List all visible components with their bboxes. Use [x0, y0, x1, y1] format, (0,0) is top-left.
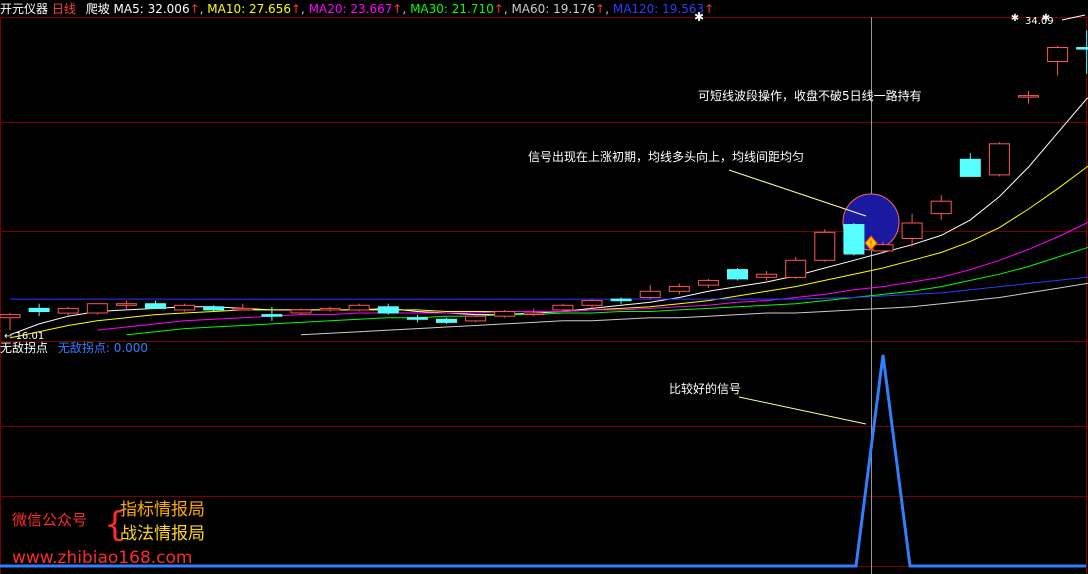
header-legend: 开元仪器 日线 爬坡 MA5: 32.006↑, MA10: 27.656↑, … [0, 2, 714, 16]
ma-legend-ma20: MA20: 23.667 [309, 2, 393, 16]
annotation-hold: 可短线波段操作，收盘不破5日线一路持有 [698, 88, 922, 103]
watermark-url: www.zhibiao168.com [12, 548, 192, 568]
ma-separator: , [504, 2, 512, 16]
ma-separator: , [402, 2, 410, 16]
ma-legend-ma60: MA60: 19.176 [511, 2, 595, 16]
candle-body [290, 309, 312, 314]
candle-body [581, 300, 603, 306]
candle-body [436, 318, 457, 323]
candle-body [494, 311, 516, 317]
indicator-name: 爬坡 [86, 2, 110, 16]
candle-body [377, 306, 399, 314]
candle-body [959, 158, 981, 177]
ma-legend: MA5: 32.006↑, MA10: 27.656↑, MA20: 23.66… [114, 2, 715, 16]
candle [843, 222, 865, 256]
watermark-account-label: 微信公众号 [12, 511, 87, 529]
ma-separator: , [200, 2, 208, 16]
candle-body [1076, 47, 1088, 50]
candle-body [348, 304, 370, 311]
candle-body [756, 273, 778, 278]
star-marker-icon: ✱ [694, 10, 704, 24]
candle [494, 309, 516, 318]
sub-panel-legend: 无敌拐点 无敌拐点: 0.000 [0, 340, 148, 355]
watermark-line1: 指标情报局 [120, 500, 205, 520]
ma-trend-arrow-icon: ↑ [392, 2, 402, 16]
candle-body [697, 279, 719, 286]
candle-body [552, 304, 574, 311]
candle [988, 142, 1010, 177]
candle-body [843, 224, 865, 255]
candle-body [145, 303, 166, 309]
chart-canvas[interactable]: 开元仪器 日线 爬坡 MA5: 32.006↑, MA10: 27.656↑, … [0, 0, 1088, 574]
candle [348, 303, 370, 312]
candle-body [1047, 47, 1069, 62]
candle [785, 257, 807, 279]
candle-body [115, 303, 137, 306]
candle-body [1018, 95, 1039, 98]
star-marker-icon: ✱ [1011, 13, 1019, 24]
ma-legend-ma120: MA120: 19.563 [613, 2, 704, 16]
ma-trend-arrow-icon: ↑ [704, 2, 714, 16]
candle [86, 303, 108, 315]
stock-name: 开元仪器 [0, 2, 48, 16]
ma-trend-arrow-icon: ↑ [595, 2, 605, 16]
annotation-signal: 信号出现在上涨初期，均线多头向上，均线间距均匀 [528, 149, 804, 164]
sub-panel-value-label: 无敌拐点: [58, 340, 114, 355]
candle-body [232, 307, 254, 311]
candle-body [727, 269, 748, 280]
price-high-label: 34.09 [1025, 16, 1054, 27]
ma-trend-arrow-icon: ↑ [291, 2, 301, 16]
candle-body [261, 314, 283, 317]
candle-body [57, 307, 79, 314]
candle [727, 268, 748, 281]
candle-body [872, 244, 894, 252]
candle-body [406, 317, 428, 320]
sub-panel-value: 0.000 [114, 341, 148, 355]
ma-separator: , [605, 2, 613, 16]
candle-body [203, 306, 225, 311]
candle [552, 303, 574, 312]
sub-panel-name: 无敌拐点 [0, 340, 48, 355]
candle-body [523, 312, 545, 315]
candle-body [86, 303, 108, 314]
candle-body [668, 286, 690, 292]
candle-body [639, 290, 661, 298]
chart-background [0, 0, 1088, 574]
candle-body [319, 307, 341, 311]
watermark-line2: 战法情报局 [120, 524, 205, 544]
annotation-sub-signal: 比较好的信号 [669, 381, 741, 396]
ma-trend-arrow-icon: ↑ [190, 2, 200, 16]
candle [174, 303, 196, 312]
ma-legend-ma5: MA5: 32.006 [114, 2, 190, 16]
candle-body [0, 314, 21, 319]
svg-text:!: ! [869, 240, 872, 249]
candle-body [988, 143, 1010, 176]
candle-body [814, 231, 836, 261]
candle [814, 229, 836, 262]
ma-trend-arrow-icon: ↑ [494, 2, 504, 16]
period-label: 日线 [52, 2, 76, 16]
candle-body [785, 259, 807, 278]
candle-body [465, 315, 487, 322]
ma-separator: , [301, 2, 309, 16]
ma-legend-ma10: MA10: 27.656 [207, 2, 291, 16]
candle-body [174, 304, 196, 311]
ma-legend-ma30: MA30: 21.710 [410, 2, 494, 16]
candle-body [930, 200, 952, 215]
candle-body [610, 298, 632, 302]
candle-body [901, 222, 923, 239]
candle [465, 314, 487, 323]
candle-body [28, 307, 50, 312]
